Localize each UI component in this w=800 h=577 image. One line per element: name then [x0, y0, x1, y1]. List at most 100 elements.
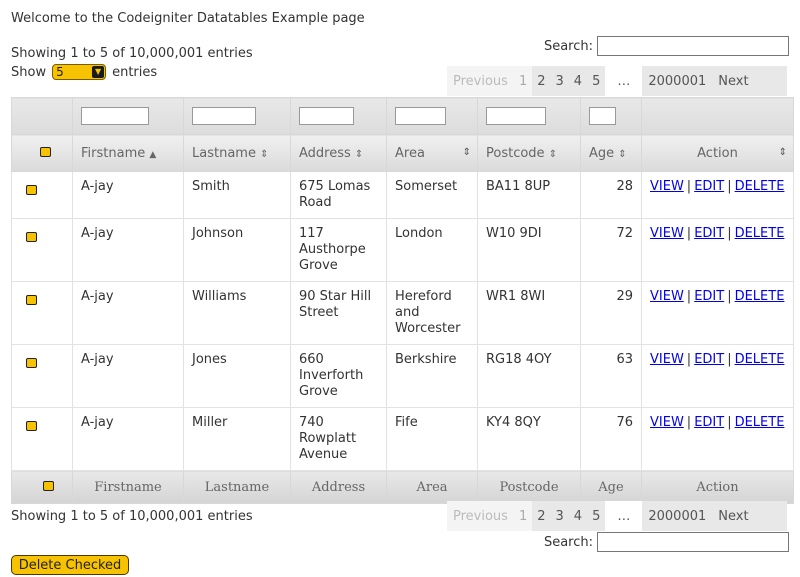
- filter-input-lastname[interactable]: [192, 107, 256, 125]
- sort-both-icon: ⇕: [618, 149, 626, 160]
- view-link[interactable]: VIEW: [650, 179, 684, 194]
- pagination-next-button[interactable]: Next: [712, 501, 754, 531]
- sort-both-icon: ⇕: [463, 147, 471, 158]
- search-input-bottom[interactable]: [597, 532, 789, 552]
- header-age[interactable]: Age ⇕: [581, 135, 642, 172]
- header-label: Area: [395, 146, 425, 161]
- footer-address: Address: [291, 471, 387, 504]
- cell-postcode: BA11 8UP: [478, 172, 581, 219]
- cell-action: VIEW|EDIT|DELETE: [642, 408, 794, 471]
- action-separator: |: [724, 226, 734, 241]
- pagination-page-5[interactable]: 5: [587, 66, 605, 96]
- header-check-all[interactable]: [12, 135, 73, 172]
- footer-check-all[interactable]: [12, 471, 73, 504]
- search-input-top[interactable]: [597, 36, 789, 56]
- cell-action: VIEW|EDIT|DELETE: [642, 345, 794, 408]
- delete-link[interactable]: DELETE: [735, 226, 785, 241]
- pagination-page-2[interactable]: 2: [532, 66, 550, 96]
- pagination-page-2[interactable]: 2: [532, 501, 550, 531]
- header-label: Lastname: [192, 146, 256, 161]
- row-checkbox[interactable]: [26, 185, 37, 195]
- pagination-previous-button[interactable]: Previous: [447, 66, 514, 96]
- header-label: Age: [589, 146, 614, 161]
- filter-cell-check: [12, 98, 73, 135]
- page-length-control: Show 5 ▼ entries: [11, 64, 157, 80]
- action-separator: |: [724, 179, 734, 194]
- action-separator: |: [684, 352, 694, 367]
- action-separator: |: [684, 179, 694, 194]
- delete-link[interactable]: DELETE: [735, 415, 785, 430]
- chevron-down-icon: ▼: [92, 66, 104, 78]
- filter-cell-postcode: [478, 98, 581, 135]
- delete-checked-button[interactable]: Delete Checked: [11, 555, 129, 575]
- cell-age: 63: [581, 345, 642, 408]
- row-check-cell: [12, 282, 73, 345]
- filter-input-area[interactable]: [395, 107, 446, 125]
- pagination-last-page[interactable]: 2000001: [642, 501, 712, 531]
- delete-link[interactable]: DELETE: [735, 352, 785, 367]
- sort-both-icon: ⇕: [355, 149, 363, 160]
- table-row: A-jay Johnson 117 Austhorpe Grove London…: [12, 219, 794, 282]
- pagination-ellipsis: …: [605, 501, 642, 531]
- footer-area: Area: [387, 471, 478, 504]
- header-area[interactable]: Area ⇕: [387, 135, 478, 172]
- filter-input-firstname[interactable]: [81, 107, 149, 125]
- row-check-cell: [12, 219, 73, 282]
- cell-lastname: Jones: [184, 345, 291, 408]
- cell-action: VIEW|EDIT|DELETE: [642, 282, 794, 345]
- pagination-page-3[interactable]: 3: [551, 501, 569, 531]
- cell-address: 117 Austhorpe Grove: [291, 219, 387, 282]
- pagination-page-1[interactable]: 1: [514, 501, 532, 531]
- check-all-checkbox-footer[interactable]: [43, 481, 54, 491]
- row-checkbox[interactable]: [26, 232, 37, 242]
- edit-link[interactable]: EDIT: [694, 179, 724, 194]
- view-link[interactable]: VIEW: [650, 226, 684, 241]
- pagination-previous-button[interactable]: Previous: [447, 501, 514, 531]
- cell-lastname: Smith: [184, 172, 291, 219]
- cell-lastname: Miller: [184, 408, 291, 471]
- page-length-select[interactable]: 5 ▼: [52, 64, 106, 80]
- search-box-bottom: Search:: [544, 532, 789, 552]
- delete-link[interactable]: DELETE: [735, 289, 785, 304]
- length-prefix-label: Show: [11, 65, 46, 80]
- cell-area: Berkshire: [387, 345, 478, 408]
- view-link[interactable]: VIEW: [650, 415, 684, 430]
- pagination-bottom: Previous 1 2 3 4 5 … 2000001 Next: [447, 501, 787, 531]
- filter-input-age[interactable]: [589, 107, 616, 125]
- header-postcode[interactable]: Postcode ⇕: [478, 135, 581, 172]
- check-all-checkbox[interactable]: [40, 147, 51, 157]
- footer-firstname: Firstname: [73, 471, 184, 504]
- pagination-page-1[interactable]: 1: [514, 66, 532, 96]
- header-firstname[interactable]: Firstname ▲: [73, 135, 184, 172]
- cell-firstname: A-jay: [73, 172, 184, 219]
- header-address[interactable]: Address ⇕: [291, 135, 387, 172]
- view-link[interactable]: VIEW: [650, 289, 684, 304]
- row-checkbox[interactable]: [26, 358, 37, 368]
- cell-address: 675 Lomas Road: [291, 172, 387, 219]
- filter-input-address[interactable]: [299, 107, 354, 125]
- edit-link[interactable]: EDIT: [694, 289, 724, 304]
- filter-input-postcode[interactable]: [486, 107, 546, 125]
- cell-action: VIEW|EDIT|DELETE: [642, 172, 794, 219]
- header-action[interactable]: Action⇕: [642, 135, 794, 172]
- search-label: Search:: [544, 39, 593, 54]
- pagination-next-button[interactable]: Next: [712, 66, 754, 96]
- pagination-page-4[interactable]: 4: [569, 501, 587, 531]
- sort-both-icon: ⇕: [549, 149, 557, 160]
- row-checkbox[interactable]: [26, 421, 37, 431]
- edit-link[interactable]: EDIT: [694, 226, 724, 241]
- pagination-page-5[interactable]: 5: [587, 501, 605, 531]
- view-link[interactable]: VIEW: [650, 352, 684, 367]
- edit-link[interactable]: EDIT: [694, 415, 724, 430]
- row-checkbox[interactable]: [26, 295, 37, 305]
- edit-link[interactable]: EDIT: [694, 352, 724, 367]
- pagination-ellipsis: …: [605, 66, 642, 96]
- pagination-page-3[interactable]: 3: [551, 66, 569, 96]
- pagination-last-page[interactable]: 2000001: [642, 66, 712, 96]
- header-lastname[interactable]: Lastname ⇕: [184, 135, 291, 172]
- cell-postcode: WR1 8WI: [478, 282, 581, 345]
- cell-address: 740 Rowplatt Avenue: [291, 408, 387, 471]
- action-separator: |: [684, 289, 694, 304]
- pagination-page-4[interactable]: 4: [569, 66, 587, 96]
- delete-link[interactable]: DELETE: [735, 179, 785, 194]
